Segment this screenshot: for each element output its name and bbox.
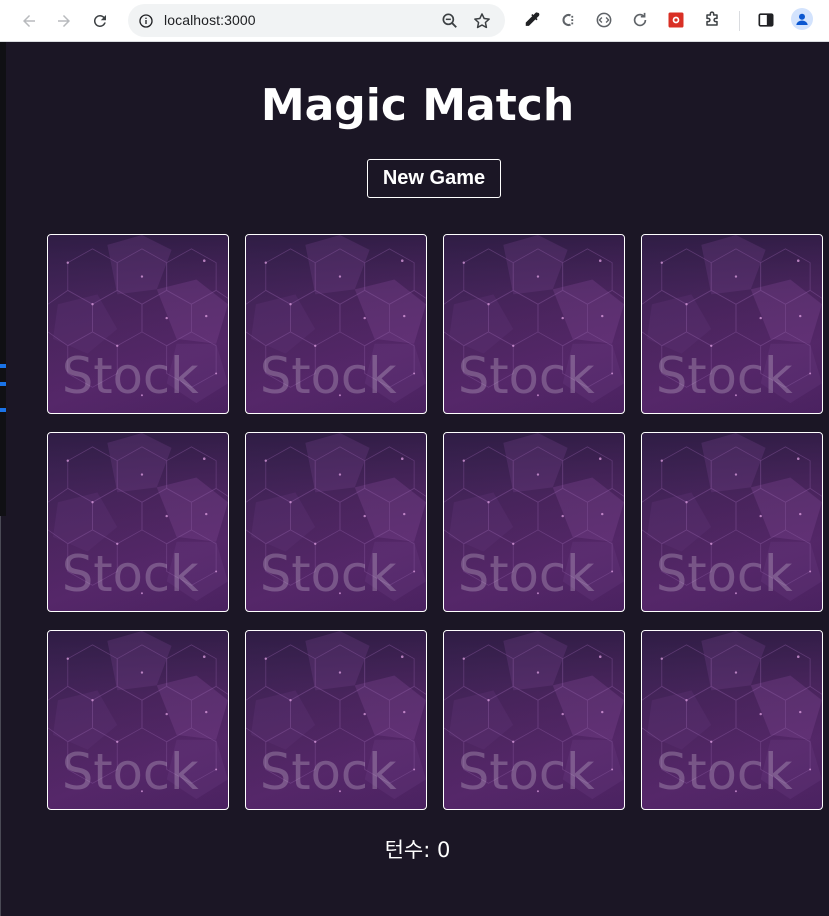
card-back-image: Stock [48, 235, 228, 413]
memory-card[interactable]: Stock [443, 630, 625, 810]
card-watermark: Stock [62, 545, 199, 603]
refresh-extension-icon[interactable] [629, 9, 651, 31]
turns-counter: 턴수: 0 [6, 834, 829, 864]
card-back-image: Stock [246, 433, 426, 611]
card-watermark: Stock [62, 347, 199, 405]
reload-icon [93, 14, 106, 27]
card-back-image: Stock [444, 433, 624, 611]
card-back-image: Stock [444, 235, 624, 413]
memory-card[interactable]: Stock [641, 630, 823, 810]
card-watermark: Stock [62, 743, 199, 801]
card-watermark: Stock [656, 743, 793, 801]
memory-card[interactable]: Stock [443, 432, 625, 612]
arrow-left-icon [23, 15, 35, 27]
turns-label: 턴수: [384, 838, 431, 862]
memory-card[interactable]: Stock [641, 234, 823, 414]
arrow-right-icon [58, 15, 70, 27]
card-back-image: Stock [642, 433, 822, 611]
new-game-button[interactable]: New Game [367, 159, 501, 198]
card-back-image: Stock [444, 631, 624, 809]
zoom-icon[interactable] [440, 11, 460, 31]
browser-toolbar: localhost:3000 [0, 0, 829, 42]
card-grid: Stock Stock Stock Stock Stock Stock Stoc… [47, 234, 823, 810]
page-title: Magic Match [260, 80, 575, 131]
card-watermark: Stock [260, 545, 397, 603]
left-window-border [0, 516, 1, 916]
memory-card[interactable]: Stock [47, 234, 229, 414]
bookmark-star-icon[interactable] [472, 11, 492, 31]
code-extension-icon[interactable] [593, 9, 615, 31]
card-watermark: Stock [260, 347, 397, 405]
card-watermark: Stock [458, 743, 595, 801]
card-back-image: Stock [48, 631, 228, 809]
memory-card[interactable]: Stock [245, 630, 427, 810]
memory-card[interactable]: Stock [443, 234, 625, 414]
address-bar[interactable]: localhost:3000 [128, 4, 505, 37]
card-back-image: Stock [642, 631, 822, 809]
turns-value: 0 [437, 838, 451, 862]
magic-match-app: Magic Match New Game Stock Stock Stock S… [6, 42, 829, 916]
card-back-image: Stock [246, 631, 426, 809]
forward-button[interactable] [50, 7, 78, 35]
card-watermark: Stock [260, 743, 397, 801]
card-watermark: Stock [458, 545, 595, 603]
url-text: localhost:3000 [164, 12, 256, 28]
card-watermark: Stock [656, 545, 793, 603]
eyedropper-extension-icon[interactable] [521, 9, 543, 31]
red-extension-icon[interactable] [665, 9, 687, 31]
card-back-image: Stock [246, 235, 426, 413]
back-button[interactable] [15, 7, 43, 35]
card-back-image: Stock [48, 433, 228, 611]
side-panel-icon[interactable] [755, 9, 777, 31]
profile-avatar-icon[interactable] [791, 8, 813, 30]
puzzle-extensions-icon[interactable] [701, 9, 723, 31]
toolbar-divider [739, 11, 740, 31]
card-back-image: Stock [642, 235, 822, 413]
memory-card[interactable]: Stock [47, 432, 229, 612]
memory-card[interactable]: Stock [47, 630, 229, 810]
memory-card[interactable]: Stock [245, 234, 427, 414]
card-watermark: Stock [458, 347, 595, 405]
card-watermark: Stock [656, 347, 793, 405]
site-info-icon[interactable] [136, 11, 156, 31]
memory-card[interactable]: Stock [641, 432, 823, 612]
c-extension-icon[interactable] [557, 9, 579, 31]
reload-button[interactable] [86, 7, 114, 35]
memory-card[interactable]: Stock [245, 432, 427, 612]
